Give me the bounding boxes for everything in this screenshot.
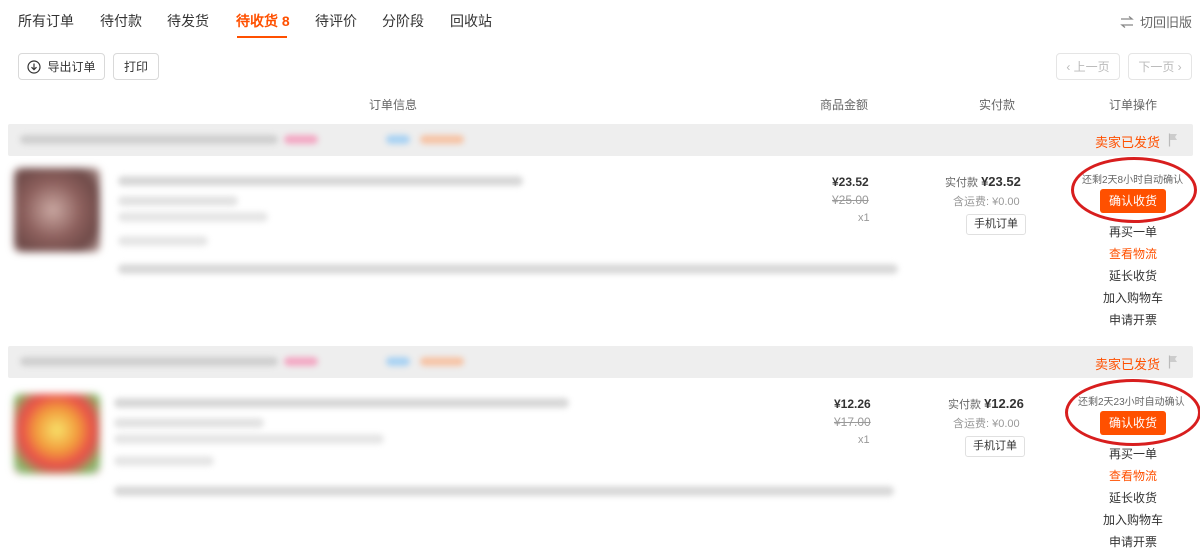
add-to-cart-link[interactable]: 加入购物车 [1103, 511, 1163, 528]
paid-amount: ¥23.52 [981, 174, 1021, 189]
coupon-badge-blurred [420, 357, 464, 366]
next-page-chevron-icon: › [1174, 59, 1182, 74]
product-title-blurred[interactable] [114, 398, 569, 408]
coupon-badge-blurred [420, 135, 464, 144]
product-sku-blurred [114, 418, 264, 428]
chat-icon-blurred [386, 135, 410, 144]
order-card: 卖家已发货 ¥23.52 ¥25.00 x1 实付款 ¥23.52 含运费: ¥… [8, 124, 1197, 334]
switch-old-version-label: 切回旧版 [1139, 15, 1192, 30]
product-spec-blurred [118, 212, 268, 222]
order-status: 卖家已发货 [1095, 357, 1161, 372]
annotation-circle [1065, 379, 1200, 446]
service-tags-blurred [114, 486, 894, 496]
chat-icon-blurred [386, 357, 410, 366]
buy-again-link[interactable]: 再买一单 [1109, 223, 1157, 240]
active-tab-indicator [237, 36, 287, 38]
paid-amount: ¥12.26 [984, 396, 1024, 411]
item-original-price: ¥25.00 [832, 193, 869, 207]
order-header: 卖家已发货 [8, 124, 1193, 156]
buy-again-link[interactable]: 再买一单 [1109, 445, 1157, 462]
product-title-blurred[interactable] [118, 176, 523, 186]
item-quantity: x1 [858, 434, 870, 446]
flag-icon[interactable] [1168, 133, 1178, 147]
download-icon [27, 59, 42, 74]
product-tags-blurred [114, 456, 214, 466]
next-page-label: 下一页 [1138, 60, 1175, 74]
tab-pending-shipment[interactable]: 待发货 [167, 11, 209, 31]
col-header-order-info: 订单信息 [369, 98, 418, 112]
item-price: ¥23.52 [832, 175, 869, 189]
add-to-cart-link[interactable]: 加入购物车 [1103, 289, 1163, 306]
paid-amount-row: 实付款 ¥12.26 [948, 396, 1024, 412]
order-card: 卖家已发货 ¥12.26 ¥17.00 x1 实付款 ¥12.26 含运费: ¥… [8, 346, 1200, 556]
tab-pending-receipt[interactable]: 待收货 8 [236, 11, 290, 31]
view-logistics-link[interactable]: 查看物流 [1109, 245, 1157, 262]
order-header: 卖家已发货 [8, 346, 1193, 378]
order-status: 卖家已发货 [1095, 135, 1161, 150]
tab-recycle-bin[interactable]: 回收站 [450, 11, 492, 31]
print-label: 打印 [123, 60, 148, 74]
request-invoice-link[interactable]: 申请开票 [1109, 533, 1157, 550]
store-badge-blurred [284, 357, 318, 366]
paid-label: 实付款 [948, 399, 981, 411]
extend-receipt-link[interactable]: 延长收货 [1109, 267, 1157, 284]
view-logistics-link[interactable]: 查看物流 [1109, 467, 1157, 484]
annotation-circle [1071, 157, 1197, 223]
tab-pending-review[interactable]: 待评价 [315, 11, 357, 31]
paid-amount-row: 实付款 ¥23.52 [945, 174, 1021, 190]
shipping-fee: 含运费: ¥0.00 [953, 196, 1020, 208]
next-page-button[interactable]: 下一页 › [1128, 53, 1192, 80]
order-meta-blurred [20, 357, 278, 366]
switch-old-version-link[interactable]: 切回旧版 [1120, 12, 1192, 31]
item-price: ¥12.26 [834, 397, 871, 411]
product-tags-blurred [118, 236, 208, 246]
item-original-price: ¥17.00 [834, 415, 871, 429]
col-header-goods-amount: 商品金额 [820, 98, 869, 112]
print-button[interactable]: 打印 [113, 53, 159, 80]
swap-icon [1120, 15, 1134, 28]
export-orders-button[interactable]: 导出订单 [18, 53, 105, 80]
store-badge-blurred [284, 135, 318, 144]
order-status-tabs: 所有订单 待付款 待发货 待收货 8 待评价 分阶段 回收站 切回旧版 [0, 0, 1200, 42]
prev-page-chevron-icon: ‹ [1066, 59, 1074, 74]
export-orders-label: 导出订单 [47, 60, 96, 74]
prev-page-label: 上一页 [1073, 60, 1110, 74]
extend-receipt-link[interactable]: 延长收货 [1109, 489, 1157, 506]
item-quantity: x1 [858, 212, 870, 224]
tab-all-orders[interactable]: 所有订单 [18, 11, 74, 31]
request-invoice-link[interactable]: 申请开票 [1109, 311, 1157, 328]
order-meta-blurred [20, 135, 278, 144]
shipping-fee: 含运费: ¥0.00 [953, 418, 1020, 430]
paid-label: 实付款 [945, 177, 978, 189]
col-header-operations: 订单操作 [1109, 98, 1158, 112]
mobile-order-tag[interactable]: 手机订单 [965, 436, 1025, 457]
prev-page-button[interactable]: ‹ 上一页 [1056, 53, 1120, 80]
service-tags-blurred [118, 264, 898, 274]
product-spec-blurred [114, 434, 384, 444]
product-sku-blurred [118, 196, 238, 206]
col-header-paid: 实付款 [979, 98, 1016, 112]
flag-icon[interactable] [1168, 355, 1178, 369]
product-thumbnail[interactable] [14, 168, 100, 252]
mobile-order-tag[interactable]: 手机订单 [966, 214, 1026, 235]
tab-staged[interactable]: 分阶段 [382, 11, 424, 31]
tab-pending-payment[interactable]: 待付款 [100, 11, 142, 31]
product-thumbnail[interactable] [14, 394, 100, 474]
